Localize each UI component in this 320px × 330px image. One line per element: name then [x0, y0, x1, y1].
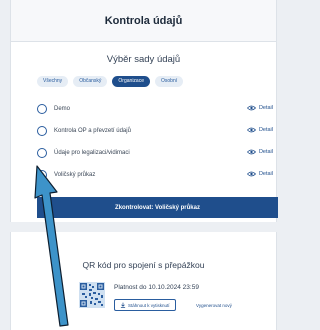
radio-legalizace[interactable] [37, 148, 47, 158]
option-legalizace[interactable]: Údaje pro legalizaci/vidimaci Detail [37, 142, 273, 164]
detail-link-kontrola-op[interactable]: Detail [246, 127, 273, 133]
chip-organizace[interactable]: Organizace [112, 76, 150, 87]
radio-kontrola-op[interactable] [37, 126, 47, 136]
option-demo[interactable]: Demo Detail [37, 98, 273, 120]
detail-label: Detail [258, 127, 273, 133]
eye-icon [246, 171, 256, 177]
qr-title: QR kód pro spojení s přepážkou [82, 260, 205, 270]
eye-icon [246, 105, 256, 111]
chip-obcansky[interactable]: Občanský [73, 76, 108, 87]
dataset-title: Výběr sady údajů [106, 54, 181, 65]
option-label: Demo [54, 106, 71, 112]
check-button[interactable]: Zkontrolovat: Voličský průkaz [37, 197, 278, 218]
detail-link-volicsky-prukaz[interactable]: Detail [246, 171, 273, 177]
option-volicsky-prukaz[interactable]: Voličský průkaz Detail [37, 164, 273, 186]
qr-card: QR kód pro spojení s přepážkou Platnost … [10, 232, 277, 330]
download-label: Stáhnout k vytisknutí [128, 302, 170, 308]
validity-text: Platnost do 10.10.2024 23:59 [114, 284, 199, 291]
detail-link-legalizace[interactable]: Detail [246, 149, 273, 155]
radio-volicsky-prukaz[interactable] [37, 170, 47, 180]
dataset-options: Demo Detail Kontrola OP a převzetí údajů… [37, 98, 273, 186]
detail-label: Detail [258, 171, 273, 177]
qr-code-image [79, 282, 105, 308]
dataset-card: Výběr sady údajů Všechny Občanský Organi… [10, 42, 277, 222]
page-title: Kontrola údajů [104, 14, 183, 27]
detail-label: Detail [258, 105, 273, 111]
download-icon [120, 302, 126, 308]
filter-chips: Všechny Občanský Organizace Osobní [37, 76, 184, 87]
eye-icon [246, 149, 256, 155]
chip-osobni[interactable]: Osobní [155, 76, 184, 87]
eye-icon [246, 127, 256, 133]
page-header: Kontrola údajů [10, 0, 277, 42]
chip-vsechny[interactable]: Všechny [37, 76, 69, 87]
option-kontrola-op[interactable]: Kontrola OP a převzetí údajů Detail [37, 120, 273, 142]
detail-label: Detail [258, 149, 273, 155]
radio-demo[interactable] [37, 104, 47, 114]
regenerate-button[interactable]: Vygenerovat nový [192, 299, 236, 311]
option-label: Voličský průkaz [54, 172, 96, 178]
download-button[interactable]: Stáhnout k vytisknutí [114, 299, 176, 311]
option-label: Kontrola OP a převzetí údajů [54, 128, 131, 134]
option-label: Údaje pro legalizaci/vidimaci [54, 150, 130, 156]
detail-link-demo[interactable]: Detail [246, 105, 273, 111]
